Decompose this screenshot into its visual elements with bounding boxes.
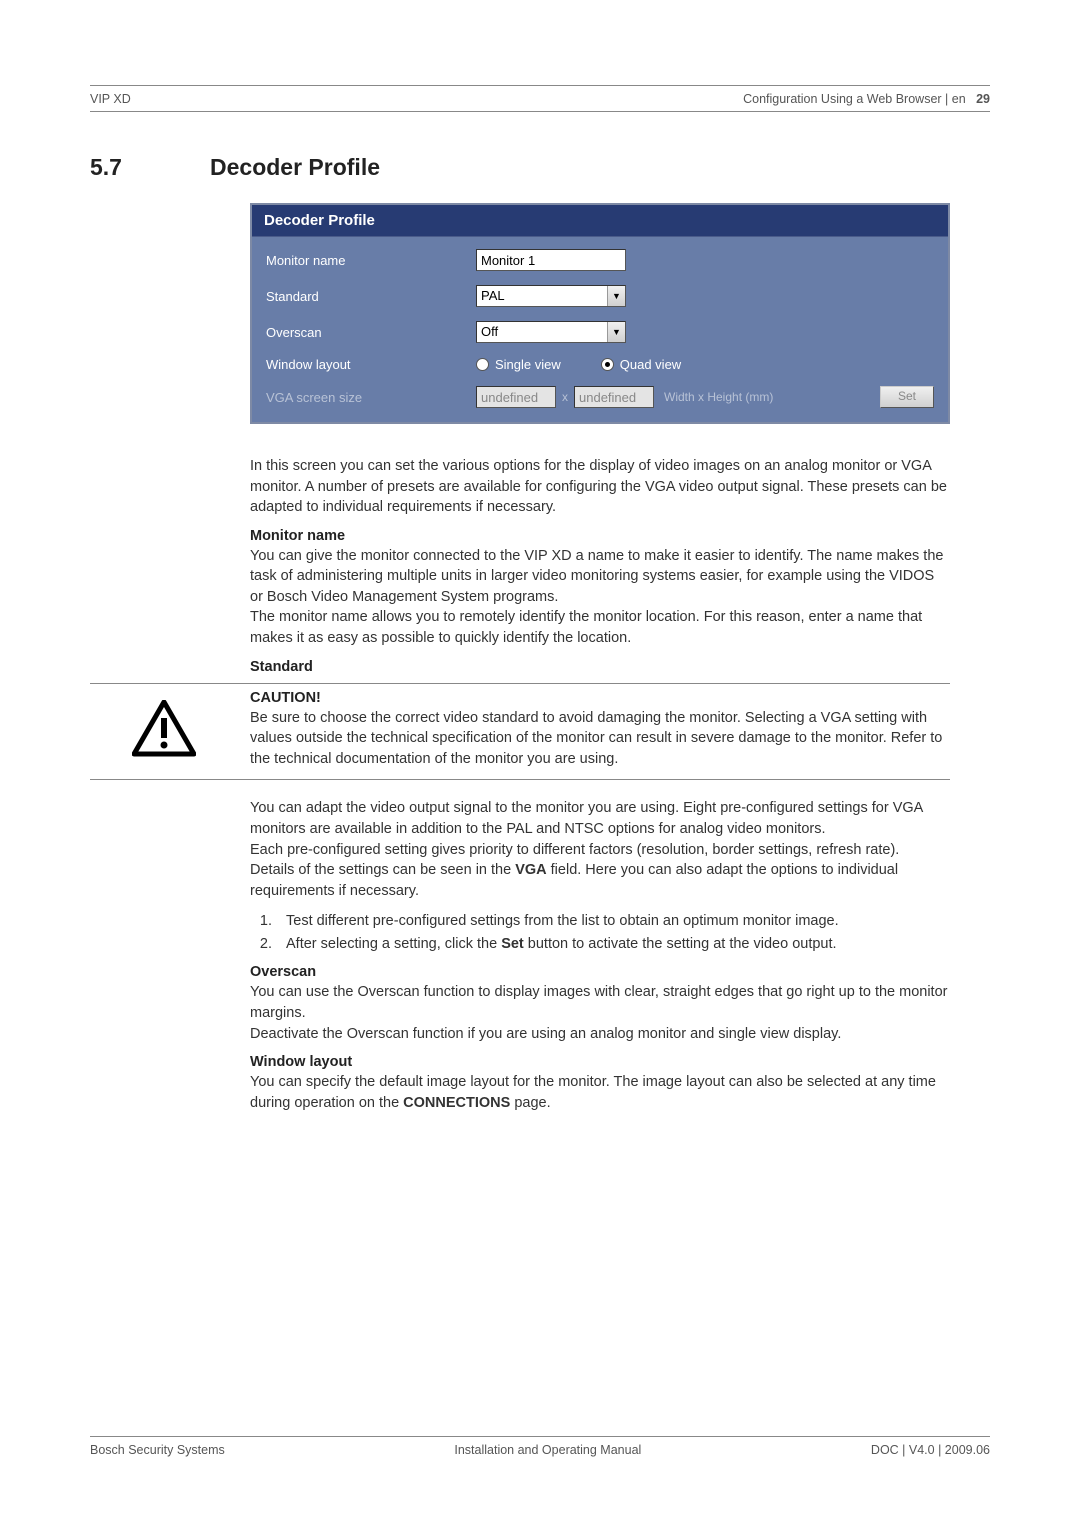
quad-view-radio[interactable]: Quad view [601,357,681,372]
overscan-p1: You can use the Overscan function to dis… [250,982,950,1023]
monitor-name-p1: You can give the monitor connected to th… [250,546,950,608]
vga-width-input [476,386,556,408]
step-1: Test different pre-configured settings f… [276,911,950,932]
page-header: VIP XD Configuration Using a Web Browser… [90,85,990,112]
caution-heading: CAUTION! [250,690,950,706]
standard-p2: Each pre-configured setting gives priori… [250,840,950,861]
multiply-separator: x [562,390,568,404]
overscan-select[interactable]: Off ▼ [476,321,626,343]
section-heading: 5.7 Decoder Profile [90,154,990,181]
radio-icon [476,358,489,371]
vga-screen-size-label: VGA screen size [266,390,476,405]
window-layout-label: Window layout [266,357,476,372]
decoder-profile-panel: Decoder Profile Monitor name Standard PA… [250,203,950,424]
monitor-name-heading: Monitor name [250,528,950,544]
single-view-radio[interactable]: Single view [476,357,561,372]
set-button[interactable]: Set [880,386,934,408]
standard-select[interactable]: PAL ▼ [476,285,626,307]
monitor-name-input[interactable] [476,249,626,271]
panel-title: Decoder Profile [252,205,948,237]
caution-block: CAUTION! Be sure to choose the correct v… [90,683,950,781]
standard-steps: Test different pre-configured settings f… [276,911,950,954]
window-layout-heading: Window layout [250,1054,950,1070]
chevron-down-icon[interactable]: ▼ [607,286,625,306]
standard-heading: Standard [250,659,950,675]
standard-label: Standard [266,289,476,304]
page-number: 29 [976,92,990,106]
section-title: Decoder Profile [210,154,380,181]
monitor-name-p2: The monitor name allows you to remotely … [250,607,950,648]
intro-paragraph: In this screen you can set the various o… [250,456,950,518]
overscan-heading: Overscan [250,964,950,980]
overscan-p2: Deactivate the Overscan function if you … [250,1024,950,1045]
warning-icon [90,690,250,770]
standard-p3: Details of the settings can be seen in t… [250,860,950,901]
vga-unit-label: Width x Height (mm) [664,390,773,404]
header-right: Configuration Using a Web Browser | en 2… [743,92,990,106]
section-number: 5.7 [90,154,210,181]
step-2: After selecting a setting, click the Set… [276,934,950,955]
page-footer: Bosch Security Systems Installation and … [90,1436,990,1457]
monitor-name-label: Monitor name [266,253,476,268]
overscan-label: Overscan [266,325,476,340]
chevron-down-icon[interactable]: ▼ [607,322,625,342]
footer-center: Installation and Operating Manual [454,1443,641,1457]
header-left: VIP XD [90,92,131,106]
standard-p1: You can adapt the video output signal to… [250,798,950,839]
caution-body: Be sure to choose the correct video stan… [250,708,950,770]
window-layout-p1: You can specify the default image layout… [250,1072,950,1113]
vga-height-input [574,386,654,408]
radio-checked-icon [601,358,614,371]
footer-left: Bosch Security Systems [90,1443,225,1457]
footer-right: DOC | V4.0 | 2009.06 [871,1443,990,1457]
